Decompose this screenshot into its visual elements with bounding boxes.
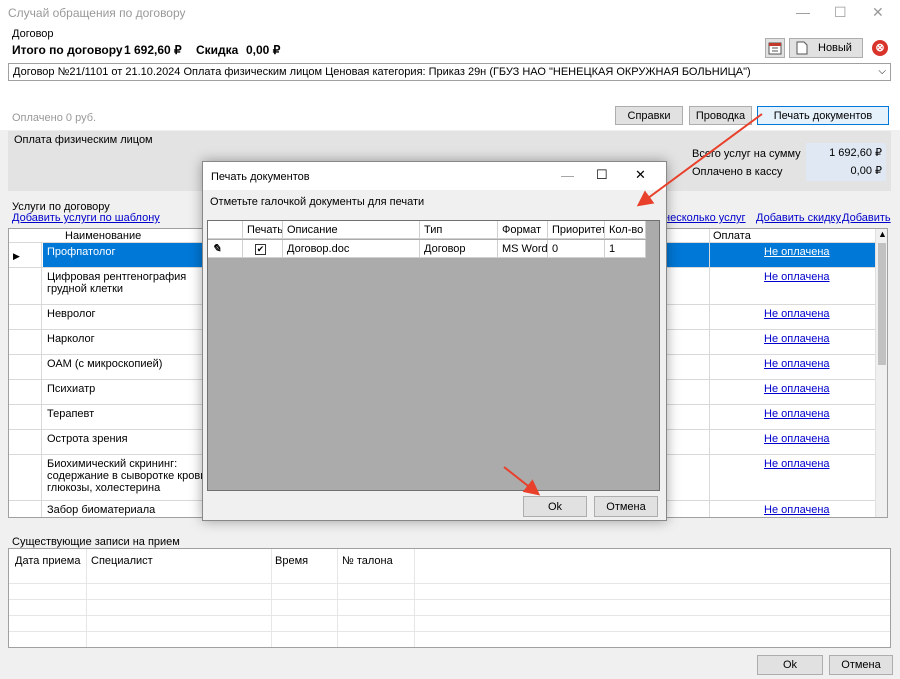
- arrow-to-print-button: [636, 113, 763, 207]
- arrow-to-ok-button: [503, 466, 541, 496]
- annotation-arrows: [503, 113, 763, 496]
